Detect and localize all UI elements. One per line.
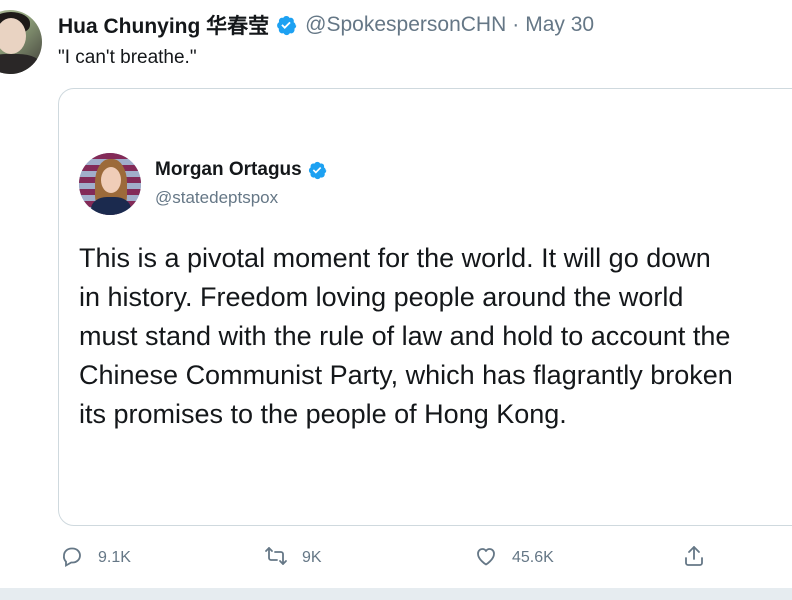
reply-button[interactable]: 9.1K [60, 538, 131, 578]
tweet-actions: 9.1K 9K 45.6K [58, 538, 758, 578]
retweet-count: 9K [302, 549, 322, 566]
quoted-text-line: its promises to the people of Hong Kong. [79, 399, 567, 429]
verified-badge-icon [275, 14, 297, 36]
author-name[interactable]: Hua Chunying 华春莹 [58, 10, 269, 40]
quoted-tweet-card[interactable]: Morgan Ortagus @statedeptspox This is a … [58, 88, 792, 526]
retweet-button[interactable]: 9K [264, 538, 322, 578]
author-handle[interactable]: @SpokespersonCHN [305, 13, 506, 37]
tweet-header: Hua Chunying 华春莹 @SpokespersonCHN · May … [58, 10, 594, 40]
quoted-text-line: must stand with the rule of law and hold… [79, 321, 731, 351]
header-separator: · [512, 13, 520, 36]
retweet-icon [264, 544, 302, 573]
heart-icon [474, 544, 512, 573]
verified-badge-icon [307, 160, 327, 180]
tweet-date[interactable]: May 30 [525, 13, 594, 37]
quoted-author-row: Morgan Ortagus [155, 159, 327, 181]
timeline-divider [0, 588, 792, 600]
like-button[interactable]: 45.6K [474, 538, 554, 578]
quoted-author-avatar[interactable] [79, 153, 141, 215]
quoted-text-line: Chinese Communist Party, which has flagr… [79, 360, 733, 390]
quoted-author-handle[interactable]: @statedeptspox [155, 188, 278, 208]
like-count: 45.6K [512, 549, 554, 566]
quoted-text-line: This is a pivotal moment for the world. … [79, 243, 711, 273]
quoted-author-name[interactable]: Morgan Ortagus [155, 159, 302, 181]
author-avatar[interactable] [0, 10, 42, 74]
tweet-text: "I can't breathe." [58, 47, 197, 68]
share-button[interactable] [682, 538, 720, 578]
quoted-text-line: in history. Freedom loving people around… [79, 282, 684, 312]
reply-count: 9.1K [98, 549, 131, 566]
quoted-tweet-text: This is a pivotal moment for the world. … [79, 239, 792, 434]
share-icon [682, 544, 720, 573]
reply-icon [60, 544, 98, 573]
